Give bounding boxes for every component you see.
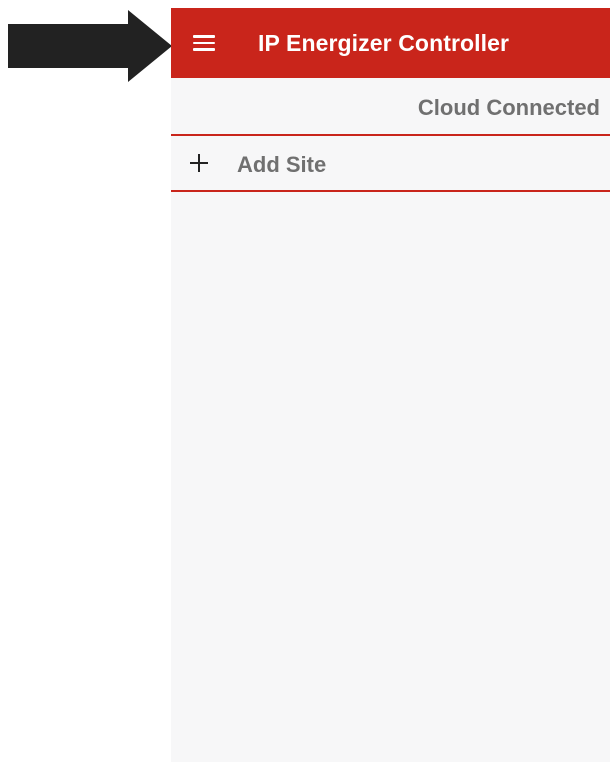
connection-status: Cloud Connected <box>417 95 600 120</box>
menu-line <box>193 48 215 51</box>
add-site-button[interactable]: Add Site <box>171 136 610 192</box>
menu-line <box>193 41 215 44</box>
app-screen: IP Energizer Controller Cloud Connected … <box>171 8 610 762</box>
page: IP Energizer Controller Cloud Connected … <box>0 0 610 762</box>
app-title: IP Energizer Controller <box>258 30 510 56</box>
plus-icon <box>190 154 208 172</box>
app-bar: IP Energizer Controller <box>171 8 610 78</box>
menu-line <box>193 35 215 38</box>
site-list <box>171 192 610 762</box>
add-site-label: Add Site <box>237 152 327 177</box>
right-arrow-icon <box>8 10 172 82</box>
connection-status-row: Cloud Connected <box>171 78 610 136</box>
hamburger-menu-icon[interactable] <box>193 35 215 51</box>
